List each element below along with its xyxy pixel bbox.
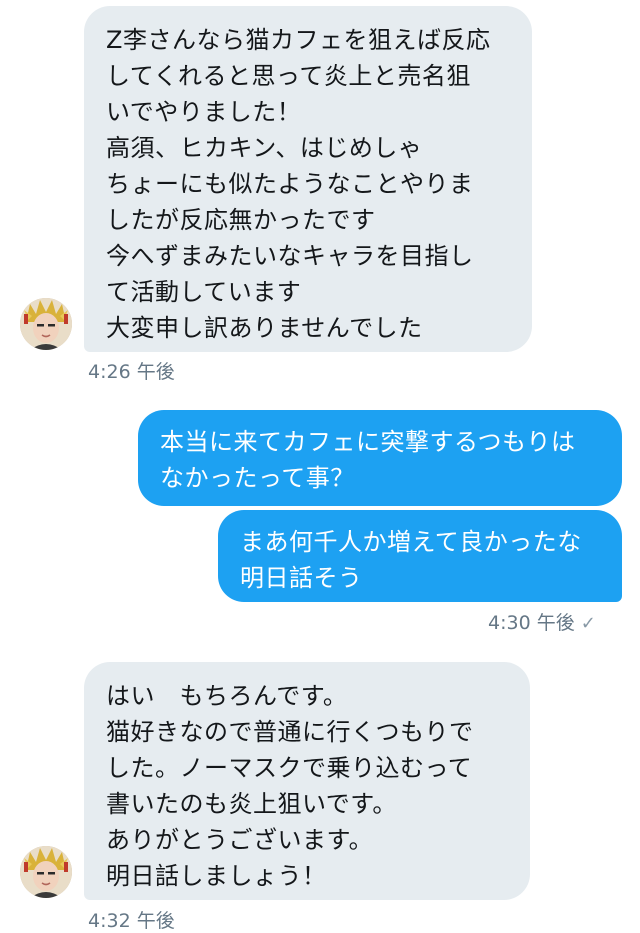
message-text-line: いでやりました！: [106, 98, 302, 126]
message-text-line: 明日話しましょう！: [106, 862, 327, 890]
message-time: 4:30 午後: [488, 612, 575, 634]
message-text-line: ちょーにも似たようなことやりま: [106, 170, 474, 198]
message-bubble-outgoing[interactable]: 本当に来てカフェに突撃するつもりは なかったって事？: [138, 410, 622, 506]
message-text-line: したが反応無かったです: [106, 206, 376, 234]
message-bubble-outgoing[interactable]: まあ何千人か増えて良かったな 明日話そう: [218, 510, 622, 602]
message-text-line: 猫好きなので普通に行くつもりで: [106, 718, 474, 746]
message-text-line: 今へずまみたいなキャラを目指し: [106, 242, 474, 270]
message-text-line: 明日話そう: [240, 564, 363, 592]
message-timestamp: 4:26 午後: [88, 361, 175, 383]
message-text-line: 大変申し訳ありませんでした: [106, 314, 423, 342]
message-text-line: ありがとうございます。: [106, 826, 374, 854]
user-avatar-icon[interactable]: [20, 298, 72, 350]
user-avatar-icon[interactable]: [20, 846, 72, 898]
message-text-line: 本当に来てカフェに突撃するつもりは: [160, 428, 576, 456]
avatar-image: [20, 846, 72, 898]
message-text-line: まあ何千人か増えて良かったな: [240, 528, 582, 556]
message-text-line: してくれると思って炎上と売名狙: [106, 62, 471, 90]
message-text-line: て活動しています: [106, 278, 302, 306]
checkmark-icon: ✓: [580, 613, 596, 634]
message-text-line: 書いたのも炎上狙いです。: [106, 790, 397, 818]
message-text-line: 高須、ヒカキン、はじめしゃ: [106, 134, 423, 162]
message-bubble-incoming[interactable]: はい もちろんです。 猫好きなので普通に行くつもりで した。ノーマスクで乗り込む…: [84, 662, 530, 900]
message-timestamp: 4:30 午後 ✓: [488, 608, 596, 635]
message-text-line: した。ノーマスクで乗り込むって: [106, 754, 473, 782]
avatar-image: [20, 298, 72, 350]
message-text-line: なかったって事？: [160, 464, 355, 492]
message-text-line: Z李さんなら猫カフェを狙えば反応: [106, 26, 491, 54]
message-text-line: はい もちろんです。: [106, 682, 348, 710]
message-timestamp: 4:32 午後: [88, 910, 175, 932]
message-bubble-incoming[interactable]: Z李さんなら猫カフェを狙えば反応 してくれると思って炎上と売名狙 いでやりました…: [84, 6, 532, 352]
